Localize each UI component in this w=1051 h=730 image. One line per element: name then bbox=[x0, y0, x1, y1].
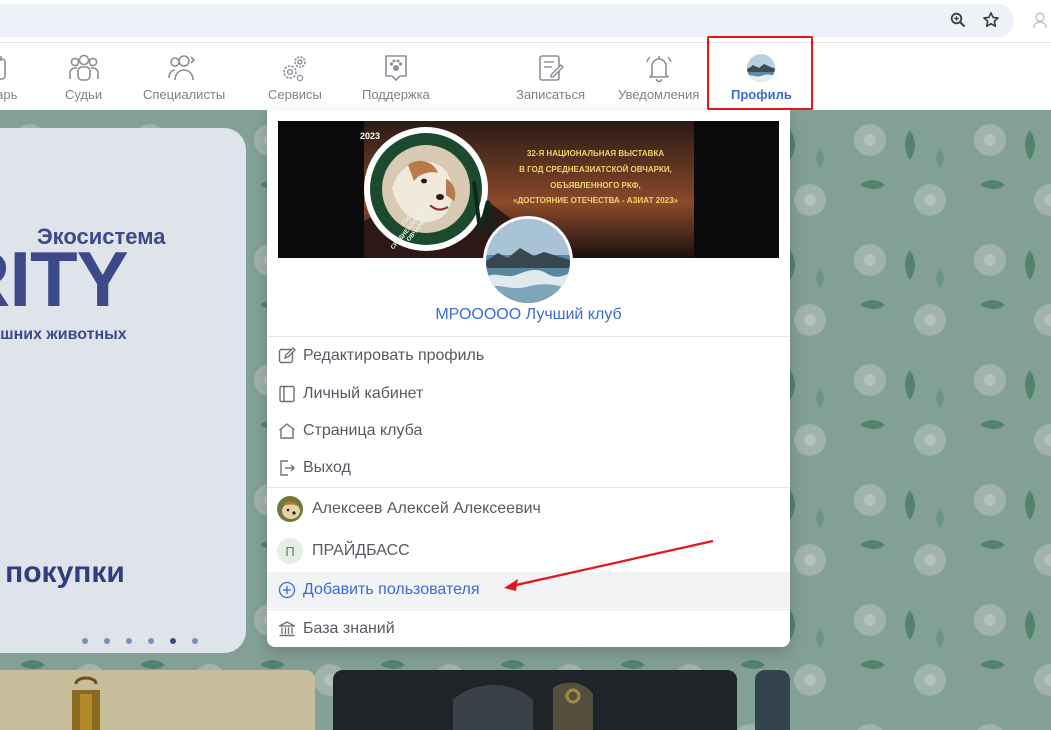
signup-form-icon bbox=[534, 51, 568, 85]
nav-item-signup[interactable]: Записаться bbox=[516, 51, 585, 107]
nav-item-label: Судьи bbox=[65, 87, 103, 102]
personal-cabinet-item[interactable]: Личный кабинет bbox=[267, 376, 790, 412]
menu-item-label: Редактировать профиль bbox=[303, 347, 485, 364]
banner-logo-text: RITY bbox=[0, 235, 129, 323]
logout-item[interactable]: Выход bbox=[267, 450, 790, 486]
specialists-icon bbox=[167, 51, 201, 85]
profile-avatar-image bbox=[747, 54, 776, 82]
menu-item-label: Страница клуба bbox=[303, 422, 423, 439]
club-avatar[interactable] bbox=[483, 216, 573, 306]
edit-pencil-icon bbox=[277, 346, 297, 366]
user-name-label: Алексеев Алексей Алексеевич bbox=[312, 500, 541, 517]
nav-item-label: Уведомления bbox=[618, 87, 700, 102]
carousel-dot[interactable] bbox=[126, 638, 132, 644]
menu-item-label: Личный кабинет bbox=[303, 385, 424, 402]
nav-item-label: Профиль bbox=[731, 87, 792, 102]
judges-group-icon bbox=[67, 51, 101, 85]
bookmark-star-icon[interactable] bbox=[981, 10, 1001, 30]
badge-year: 2023 bbox=[359, 131, 381, 141]
nav-item-label: дарь bbox=[0, 87, 18, 102]
nav-item-profile[interactable]: Профиль bbox=[731, 51, 792, 107]
nav-item-services[interactable]: Сервисы bbox=[268, 51, 322, 107]
menu-divider bbox=[267, 609, 790, 610]
menu-divider bbox=[267, 336, 790, 337]
zoom-icon[interactable] bbox=[948, 10, 968, 30]
nav-item-calendar[interactable]: дарь bbox=[0, 51, 20, 107]
menu-item-label: Добавить пользователя bbox=[303, 581, 480, 598]
carousel-dot-active[interactable] bbox=[170, 638, 176, 644]
carousel-dot[interactable] bbox=[104, 638, 110, 644]
profile-dropdown-menu: 2023 ГОД СРЕДНЕАЗИАТСКОЙ ОВЧАРКИ 32-Я НА… bbox=[267, 110, 790, 647]
menu-item-label: База знаний bbox=[303, 620, 395, 637]
nav-item-judges[interactable]: Судьи bbox=[65, 51, 102, 107]
banner-promo-text: ой покупки bbox=[0, 556, 125, 589]
bell-icon bbox=[642, 51, 676, 85]
menu-item-label: Выход bbox=[303, 459, 351, 476]
carousel-dot[interactable] bbox=[148, 638, 154, 644]
address-bar[interactable] bbox=[0, 4, 1014, 37]
cover-line-1: 32-Я НАЦИОНАЛЬНАЯ ВЫСТАВКА bbox=[526, 149, 665, 158]
cover-line-4: «ДОСТОЯНИЕ ОТЕЧЕСТВА - АЗИАТ 2023» bbox=[513, 196, 678, 205]
carousel-dot[interactable] bbox=[82, 638, 88, 644]
banner-subtitle: домашних животных bbox=[0, 326, 127, 343]
nav-item-label: Специалисты bbox=[143, 87, 226, 102]
logout-icon bbox=[277, 458, 297, 478]
news-card-thumbnail[interactable] bbox=[755, 670, 790, 730]
add-user-item[interactable]: Добавить пользователя bbox=[267, 572, 790, 608]
book-icon bbox=[277, 384, 297, 404]
nav-item-notifications[interactable]: Уведомления bbox=[618, 51, 699, 107]
carousel-dots bbox=[82, 638, 198, 644]
news-card-thumbnail[interactable] bbox=[333, 670, 737, 730]
nav-item-specialists[interactable]: Специалисты bbox=[143, 51, 225, 107]
extension-icon[interactable] bbox=[1030, 10, 1050, 30]
bank-building-icon bbox=[277, 619, 297, 639]
nav-item-label: Записаться bbox=[516, 87, 586, 102]
user-name-label: ПРАЙДБАСС bbox=[312, 542, 410, 559]
user-avatar bbox=[277, 496, 303, 522]
profile-avatar bbox=[744, 51, 778, 85]
calendar-icon bbox=[0, 51, 20, 85]
knowledge-base-item[interactable]: База знаний bbox=[267, 611, 790, 647]
browser-toolbar bbox=[0, 0, 1051, 43]
promo-banner[interactable]: Экосистема RITY домашних животных ой пок… bbox=[0, 128, 246, 653]
nav-item-label: Сервисы bbox=[268, 87, 322, 102]
support-paw-icon bbox=[379, 51, 413, 85]
menu-divider bbox=[267, 487, 790, 488]
user-account-item[interactable]: Алексеев Алексей Алексеевич bbox=[267, 491, 790, 527]
user-account-item[interactable]: П ПРАЙДБАСС bbox=[267, 533, 790, 569]
cover-line-2: В ГОД СРЕДНЕАЗИАТСКОЙ ОВЧАРКИ, bbox=[519, 165, 672, 174]
club-name-link[interactable]: МРООООО Лучший клуб bbox=[267, 306, 790, 324]
cover-line-3: ОБЪЯВЛЕННОГО РКФ, bbox=[550, 181, 641, 190]
news-card-thumbnail[interactable] bbox=[0, 670, 315, 730]
main-navigation: дарь Судьи Специалисты Сервисы Поддержка… bbox=[0, 43, 1051, 110]
edit-profile-item[interactable]: Редактировать профиль bbox=[267, 338, 790, 374]
nav-item-support[interactable]: Поддержка bbox=[362, 51, 430, 107]
gears-icon bbox=[278, 51, 312, 85]
carousel-dot[interactable] bbox=[192, 638, 198, 644]
plus-circle-icon bbox=[277, 580, 297, 600]
club-page-item[interactable]: Страница клуба bbox=[267, 413, 790, 449]
nav-item-label: Поддержка bbox=[362, 87, 430, 102]
home-icon bbox=[277, 421, 297, 441]
user-initial-avatar: П bbox=[277, 538, 303, 564]
